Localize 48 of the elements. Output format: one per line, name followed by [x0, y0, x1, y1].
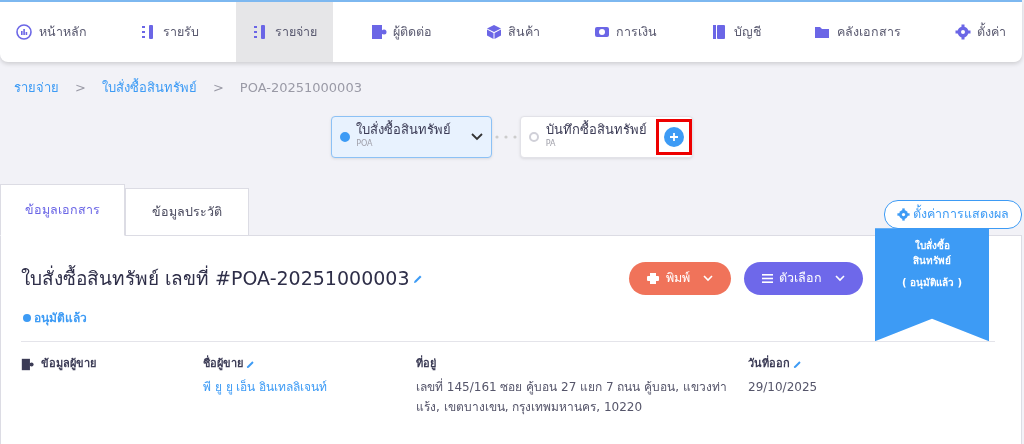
nav-item[interactable]: รายจ่าย [236, 2, 333, 62]
settings-icon [954, 24, 971, 40]
caret-icon [835, 275, 845, 283]
field-label: ที่อยู่ [416, 356, 436, 373]
dashboard-icon [16, 24, 32, 40]
plus-icon [669, 131, 680, 142]
ribbon-status: ( อนุมัติแล้ว ) [900, 275, 964, 290]
settings-icon [896, 207, 910, 221]
dots-icon [494, 134, 517, 139]
field-value: เลขที่ 145/161 ซอย คู้บอน 27 แยก 7 ถนน คู้บอน, แขวงท่าแร้ง, เขตบางเขน, กรุงเทพมหานคร, 10220 [416, 377, 728, 417]
edit-icon[interactable] [412, 273, 423, 284]
step-card[interactable]: ใบสั่งซื้อสินทรัพย์ POA [330, 115, 492, 158]
field-value: 29/10/2025 [748, 378, 819, 396]
step-card[interactable]: บันทึกซื้อสินทรัพย์ PA [520, 115, 694, 158]
step-code: POA [356, 137, 374, 150]
document-title: ใบสั่งซื้อสินทรัพย์ เลขที่ #POA-20251000003 [21, 264, 410, 292]
step-code: PA [545, 137, 557, 150]
cube-icon [485, 24, 502, 40]
add-button[interactable] [664, 126, 685, 147]
nav-item[interactable]: ตั้งค่า [938, 2, 1022, 62]
folder-icon [814, 24, 831, 40]
nav-item[interactable]: รายรับ [124, 2, 215, 62]
status-label: อนุมัติแล้ว [34, 310, 88, 327]
nav-item[interactable]: สินค้า [469, 2, 557, 62]
breadcrumb-separator: > [212, 79, 224, 97]
status-dot [339, 131, 350, 142]
edit-icon[interactable] [246, 359, 256, 369]
status-dot [529, 131, 540, 142]
field-label: วันที่ออก [748, 356, 790, 372]
section-title: ข้อมูลผู้ขาย [40, 356, 96, 373]
nav-item[interactable]: การเงิน [577, 2, 674, 62]
field-label: ชื่อผู้ขาย [203, 356, 243, 373]
banknote-icon [593, 24, 610, 40]
tab[interactable]: ข้อมูลประวัติ [125, 187, 249, 236]
menu-icon [761, 274, 773, 284]
tab[interactable]: ข้อมูลเอกสาร [0, 183, 125, 237]
breadcrumb-current: POA-20251000003 [239, 79, 362, 97]
nav-item[interactable]: หน้าหลัก [0, 2, 103, 62]
breadcrumb-separator: > [75, 79, 86, 97]
ribbon-title: ใบสั่งซื้อ สินทรัพย์ [912, 238, 952, 269]
edit-icon[interactable] [793, 359, 803, 369]
nav-item[interactable]: บัญชี [695, 2, 777, 62]
book-icon [711, 24, 728, 40]
chevron-down-icon[interactable] [470, 132, 483, 141]
nav-item[interactable]: คลังเอกสาร [798, 2, 917, 62]
nav-item[interactable]: ผู้ติดต่อ [354, 2, 449, 62]
options-button[interactable]: ตัวเลือก [743, 262, 863, 295]
caret-icon [702, 275, 713, 283]
